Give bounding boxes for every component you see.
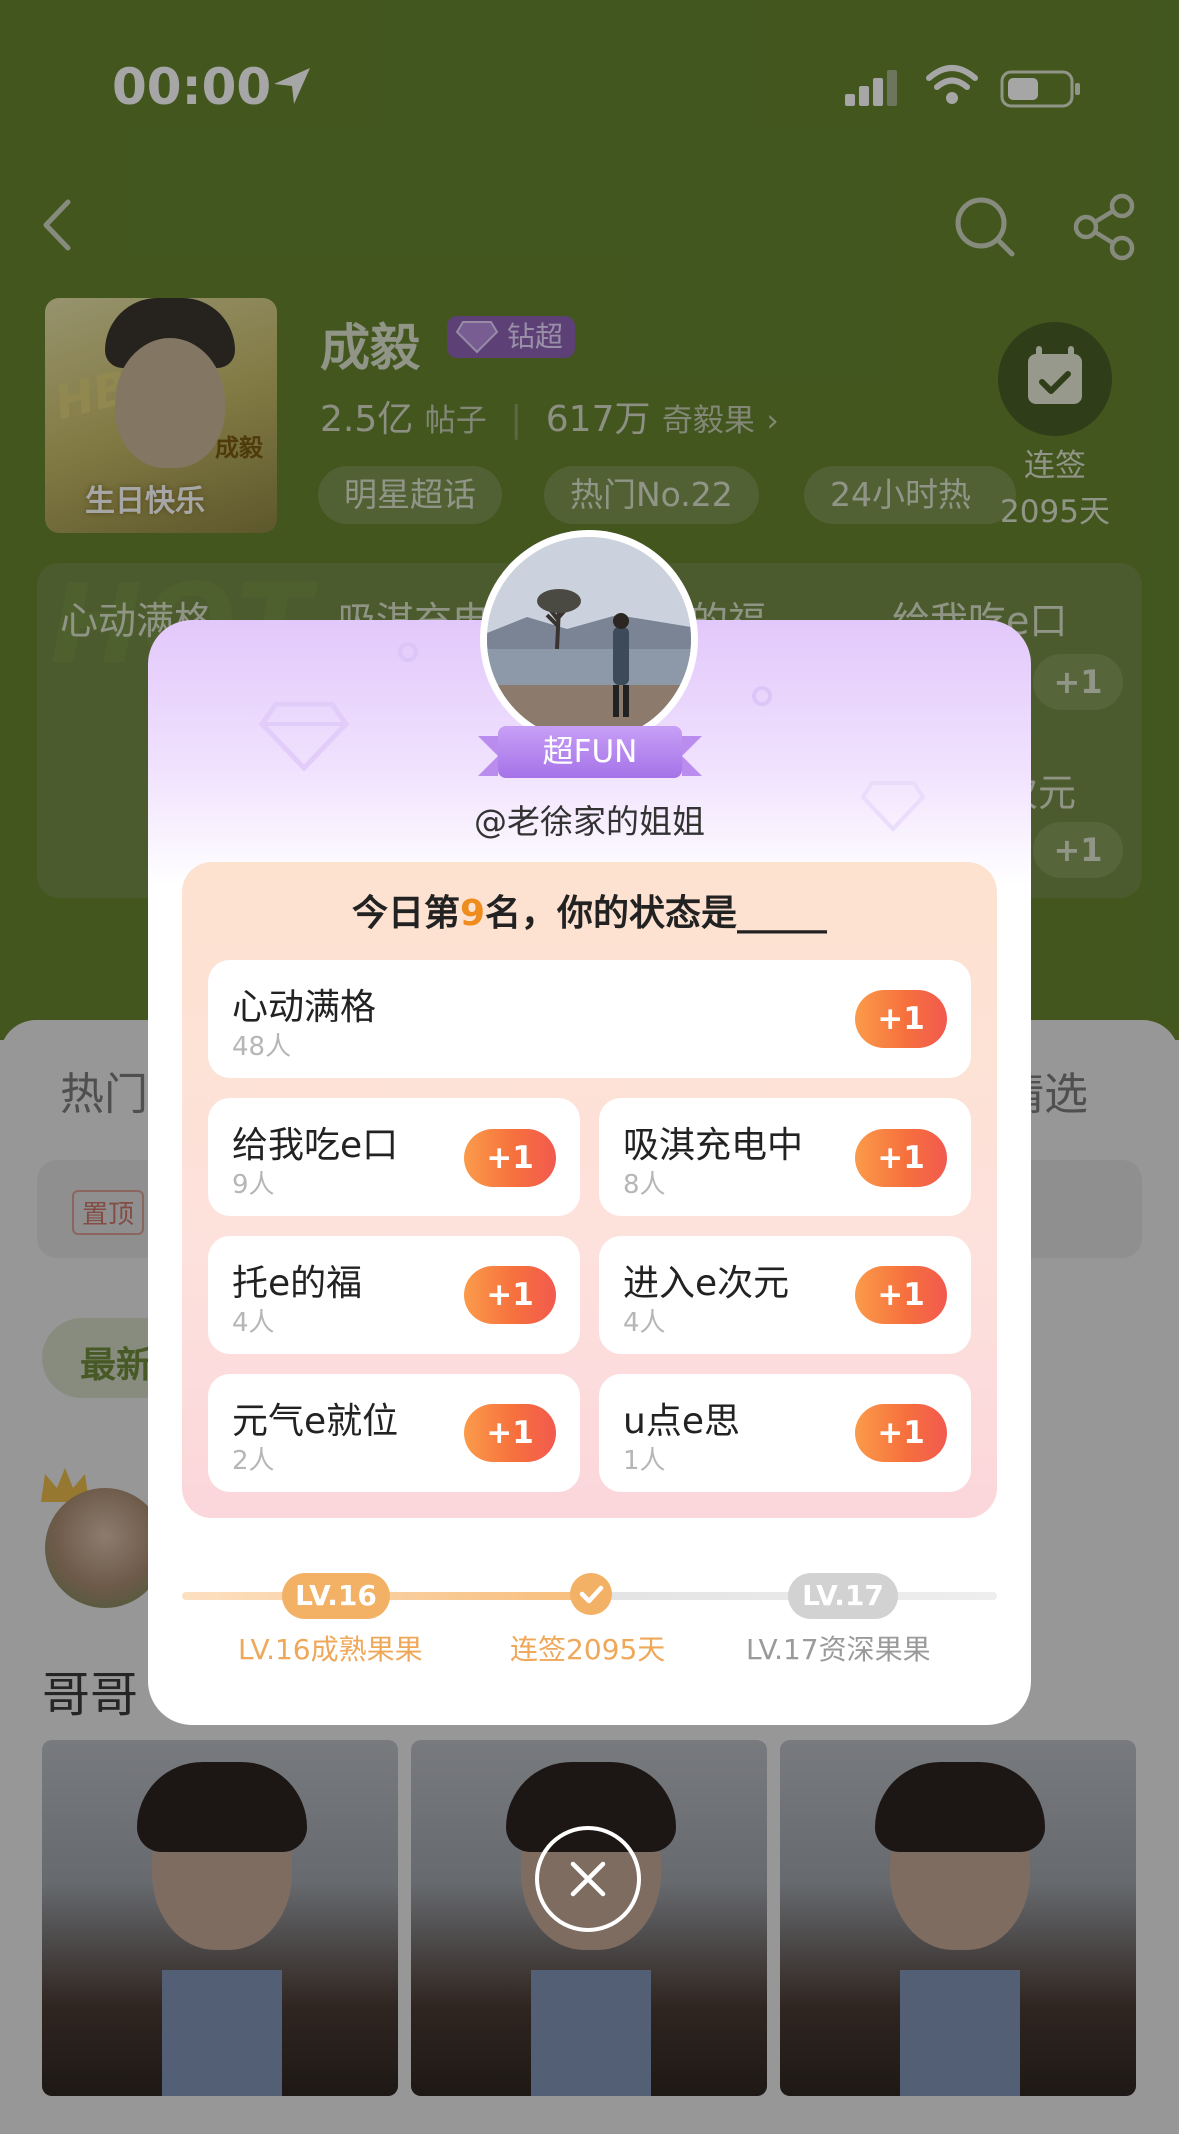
plus-one-button[interactable]: +1 xyxy=(855,1129,947,1187)
plus-one-button[interactable]: +1 xyxy=(855,1266,947,1324)
current-level-caption: LV.16成熟果果 xyxy=(238,1633,423,1666)
option-name: 元气e就位 xyxy=(232,1401,399,1442)
plus-one-button[interactable]: +1 xyxy=(464,1404,556,1462)
diamond-decoration-icon xyxy=(258,701,350,772)
option-name: 托e的福 xyxy=(232,1263,363,1304)
rank-prompt-prefix: 今日第 xyxy=(351,893,460,934)
avatar-landscape-photo xyxy=(487,537,691,741)
username: @老徐家的姐姐 xyxy=(474,802,705,841)
checkin-progress-marker xyxy=(570,1573,612,1615)
option-count: 9人 xyxy=(232,1170,275,1200)
current-level-badge: LV.16 xyxy=(282,1573,390,1619)
next-level-badge: LV.17 xyxy=(788,1573,898,1619)
rank-number: 9 xyxy=(459,893,486,934)
close-button[interactable] xyxy=(535,1826,641,1932)
ribbon-right-tail xyxy=(682,736,702,776)
fan-level-label: 超FUN xyxy=(542,734,638,770)
rank-prompt-suffix: 名，你的状态是_____ xyxy=(485,893,828,934)
option-count: 8人 xyxy=(623,1170,666,1200)
checkin-days-caption: 连签2095天 xyxy=(510,1633,666,1666)
plus-one-button[interactable]: +1 xyxy=(855,990,947,1048)
check-icon xyxy=(579,1585,604,1604)
circle-decoration-icon xyxy=(752,686,772,706)
fan-level-ribbon: 超FUN xyxy=(478,726,702,778)
close-icon xyxy=(570,1861,606,1897)
option-name: 进入e次元 xyxy=(623,1263,790,1304)
option-count: 1人 xyxy=(623,1446,666,1476)
rank-prompt: 今日第9名，你的状态是_____ xyxy=(182,884,997,936)
circle-decoration-icon xyxy=(398,642,418,662)
option-name: 心动满格 xyxy=(232,987,377,1028)
option-count: 4人 xyxy=(623,1308,666,1338)
option-count: 4人 xyxy=(232,1308,275,1338)
user-avatar[interactable] xyxy=(487,537,691,741)
option-name: u点e思 xyxy=(623,1401,740,1442)
plus-one-button[interactable]: +1 xyxy=(464,1129,556,1187)
option-name: 给我吃e口 xyxy=(232,1125,399,1166)
option-count: 48人 xyxy=(232,1032,292,1062)
option-count: 2人 xyxy=(232,1446,275,1476)
plus-one-button[interactable]: +1 xyxy=(855,1404,947,1462)
next-level-caption: LV.17资深果果 xyxy=(746,1633,931,1666)
ribbon-left-tail xyxy=(478,736,498,776)
option-name: 吸淇充电中 xyxy=(623,1125,804,1166)
plus-one-button[interactable]: +1 xyxy=(464,1266,556,1324)
